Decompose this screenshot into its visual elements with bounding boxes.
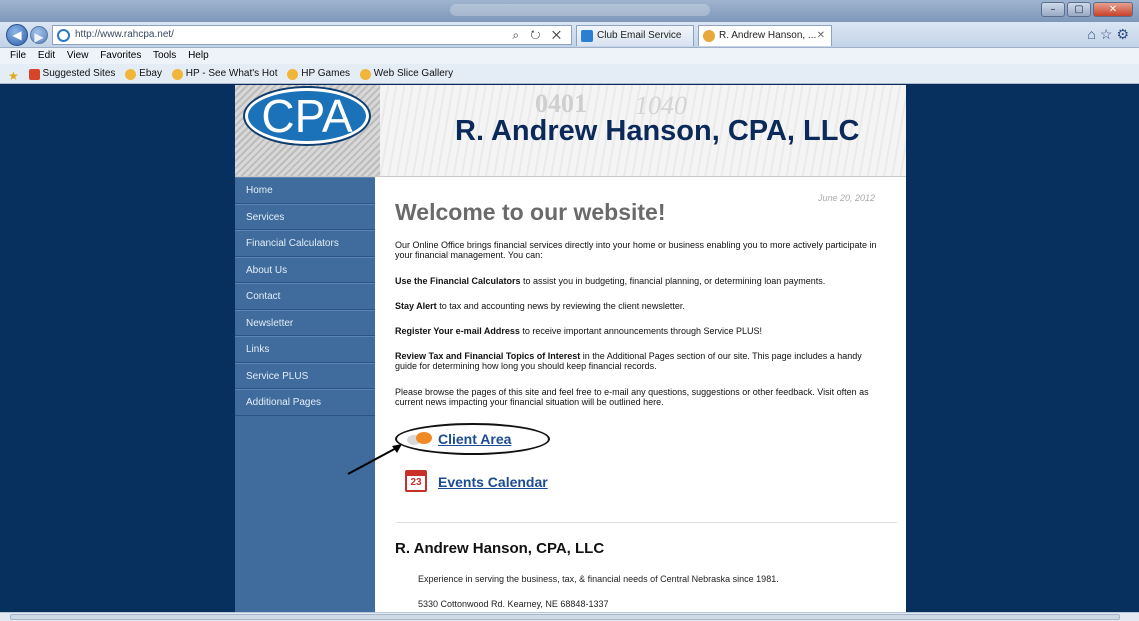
nav-newsletter[interactable]: Newsletter	[235, 309, 375, 336]
site-title: R. Andrew Hanson, CPA, LLC	[455, 115, 860, 147]
menu-favorites[interactable]: Favorites	[100, 50, 141, 61]
navigation-bar: ◀ ▶ http://www.rahcpa.net/ ⌕ ↻ ✕ Club Em…	[0, 22, 1139, 48]
bullet-paragraph: Register Your e-mail Address to receive …	[395, 326, 885, 336]
menu-edit[interactable]: Edit	[38, 50, 55, 61]
closing-paragraph: Please browse the pages of this site and…	[395, 387, 869, 407]
window-controls: – ▢ ✕	[1041, 2, 1133, 17]
fav-label: HP Games	[301, 68, 351, 79]
bullet-paragraph: Stay Alert to tax and accounting news by…	[395, 301, 885, 311]
ie-icon	[57, 29, 70, 42]
window-titlebar: – ▢ ✕	[0, 0, 1139, 22]
events-calendar-link[interactable]: Events Calendar	[438, 474, 548, 490]
address-text: http://www.rahcpa.net/	[75, 29, 174, 40]
forward-button[interactable]: ▶	[30, 26, 48, 44]
fav-label: Ebay	[139, 68, 162, 79]
menu-help[interactable]: Help	[188, 50, 209, 61]
address-tools-icon[interactable]: ⌕ ↻ ✕	[512, 26, 565, 44]
nav-home[interactable]: Home	[235, 177, 375, 204]
ie-icon	[703, 30, 715, 42]
horizontal-scrollbar[interactable]	[0, 612, 1139, 621]
maximize-button[interactable]: ▢	[1067, 2, 1091, 17]
site-header: 0401 1040 CPA R. Andrew Hanson, CPA, LLC	[235, 85, 906, 177]
nav-additional-pages[interactable]: Additional Pages	[235, 389, 375, 416]
fav-label: Suggested Sites	[42, 68, 116, 79]
home-icon[interactable]: ⌂	[1087, 26, 1099, 42]
fav-label: Web Slice Gallery	[373, 68, 454, 79]
sidebar-nav: Home Services Financial Calculators Abou…	[235, 177, 375, 612]
tab-club-email[interactable]: Club Email Service	[576, 25, 694, 46]
favorites-bar: ★ Suggested Sites Ebay HP - See What's H…	[0, 64, 1139, 84]
bullet-bold[interactable]: Review Tax and Financial Topics of Inter…	[395, 351, 580, 361]
page-background: 0401 1040 CPA R. Andrew Hanson, CPA, LLC…	[0, 85, 1139, 612]
gear-icon[interactable]: ⚙	[1116, 26, 1133, 42]
bullet-text: to assist you in budgeting, financial pl…	[520, 276, 826, 286]
bullet-bold[interactable]: Stay Alert	[395, 301, 437, 311]
ie-icon	[359, 68, 371, 80]
bullet-text: to tax and accounting news by reviewing …	[436, 301, 685, 311]
welcome-heading: Welcome to our website!	[395, 199, 666, 225]
footer-tagline: Experience in serving the business, tax,…	[418, 574, 779, 584]
fav-label: HP - See What's Hot	[185, 68, 278, 79]
bullet-paragraph: Review Tax and Financial Topics of Inter…	[395, 351, 885, 371]
menu-view[interactable]: View	[67, 50, 89, 61]
site-container: 0401 1040 CPA R. Andrew Hanson, CPA, LLC…	[235, 85, 906, 612]
ie-icon	[125, 68, 137, 80]
bullet-bold[interactable]: Register Your e-mail Address	[395, 326, 520, 336]
fav-suggested-sites[interactable]: Suggested Sites	[28, 64, 116, 84]
tab-label: Club Email Service	[597, 30, 682, 41]
scrollbar-thumb[interactable]	[10, 614, 1120, 620]
back-button[interactable]: ◀	[6, 24, 28, 46]
menu-tools[interactable]: Tools	[153, 50, 176, 61]
fav-web-slice-gallery[interactable]: Web Slice Gallery	[359, 64, 454, 84]
bullet-bold[interactable]: Use the Financial Calculators	[395, 276, 521, 286]
email-icon	[581, 30, 593, 42]
favorites-button[interactable]: ★	[8, 66, 19, 86]
minimize-button[interactable]: –	[1041, 2, 1065, 17]
suggested-sites-icon	[28, 68, 40, 80]
cpa-logo[interactable]: CPA	[245, 88, 369, 144]
menu-file[interactable]: File	[10, 50, 26, 61]
nav-financial-calculators[interactable]: Financial Calculators	[235, 230, 375, 257]
fav-hp-whats-hot[interactable]: HP - See What's Hot	[171, 64, 278, 84]
page-date: June 20, 2012	[817, 193, 875, 203]
client-area-link[interactable]: Client Area	[438, 431, 511, 447]
tab-rahcpa[interactable]: R. Andrew Hanson, ... ✕	[698, 25, 832, 46]
tab-label: R. Andrew Hanson, ...	[719, 30, 817, 41]
address-bar[interactable]: http://www.rahcpa.net/ ⌕ ↻ ✕	[52, 25, 572, 45]
pointer-arrow-icon	[347, 444, 402, 475]
window-title	[450, 4, 710, 16]
close-window-button[interactable]: ✕	[1093, 2, 1133, 17]
menu-bar: File Edit View Favorites Tools Help	[0, 48, 1139, 64]
nav-service-plus[interactable]: Service PLUS	[235, 362, 375, 389]
nav-contact[interactable]: Contact	[235, 283, 375, 310]
ie-icon	[287, 68, 299, 80]
nav-links[interactable]: Links	[235, 336, 375, 363]
close-tab-icon[interactable]: ✕	[817, 26, 825, 46]
favorites-star-icon[interactable]: ☆	[1100, 26, 1117, 42]
chat-bubble-icon	[407, 432, 432, 445]
nav-services[interactable]: Services	[235, 203, 375, 230]
content-divider	[397, 522, 897, 523]
favorites-star-icon: ★	[8, 68, 19, 83]
fav-hp-games[interactable]: HP Games	[287, 64, 350, 84]
intro-paragraph: Our Online Office brings financial servi…	[395, 240, 877, 260]
footer-title: R. Andrew Hanson, CPA, LLC	[395, 540, 605, 557]
footer-address: 5330 Cottonwood Rd. Kearney, NE 68848-13…	[418, 599, 609, 609]
bullet-paragraph: Use the Financial Calculators to assist …	[395, 276, 885, 286]
ie-icon	[171, 68, 183, 80]
toolbar-icons: ⌂☆⚙	[1087, 26, 1133, 43]
fav-ebay[interactable]: Ebay	[125, 64, 162, 84]
bullet-text: to receive important announcements throu…	[519, 326, 763, 336]
nav-about-us[interactable]: About Us	[235, 256, 375, 283]
